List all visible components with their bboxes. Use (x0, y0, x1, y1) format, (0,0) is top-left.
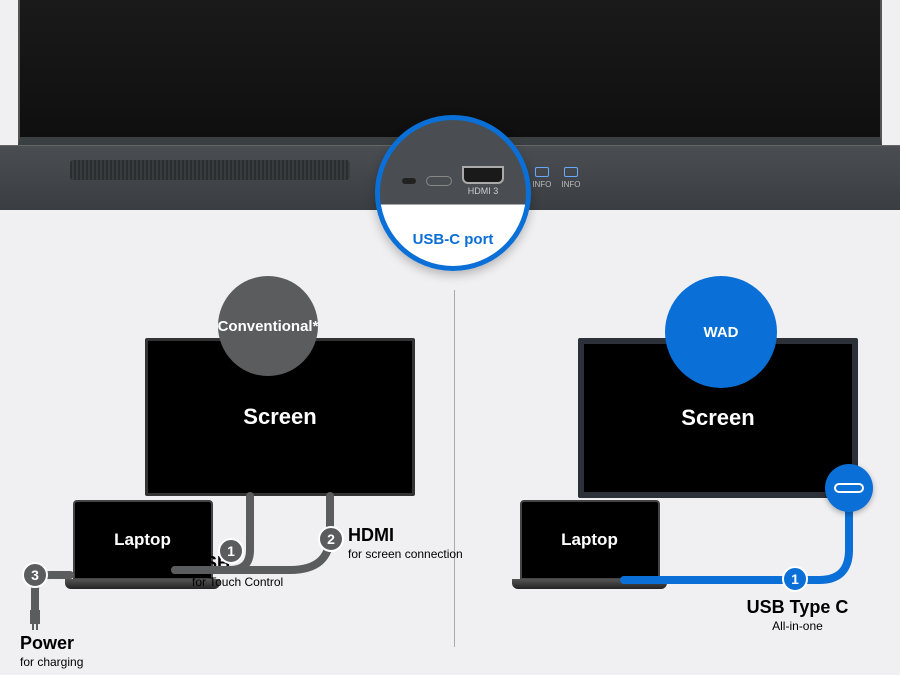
badge-text: Conventional* (218, 318, 319, 335)
comparison-area: Conventional* Screen Laptop 1 2 3 USBfor… (0, 280, 900, 675)
magnify-label: USB-C port (413, 231, 494, 248)
hdmi-port-icon (462, 166, 504, 184)
port-label: INFO (561, 180, 580, 189)
usbc-port-icon (426, 176, 452, 186)
cable-number-1-blue: 1 (782, 566, 808, 592)
usbc-port-badge (825, 464, 873, 512)
usb3-port-icon (564, 167, 578, 177)
usbc-icon (834, 483, 864, 493)
wad-badge: WAD (665, 276, 777, 388)
cable-number-2: 2 (318, 526, 344, 552)
port-label: INFO (532, 180, 551, 189)
port-slot (402, 178, 416, 184)
cable-number-1: 1 (218, 538, 244, 564)
usbc-magnify-callout: HDMI 3 USB-C port (375, 115, 531, 271)
badge-text: WAD (704, 324, 739, 341)
usb3-port-icon (535, 167, 549, 177)
port-label: HDMI 3 (468, 186, 499, 196)
cable-number-3: 3 (22, 562, 48, 588)
conventional-badge: Conventional* (218, 276, 318, 376)
speaker-grille (70, 160, 350, 180)
